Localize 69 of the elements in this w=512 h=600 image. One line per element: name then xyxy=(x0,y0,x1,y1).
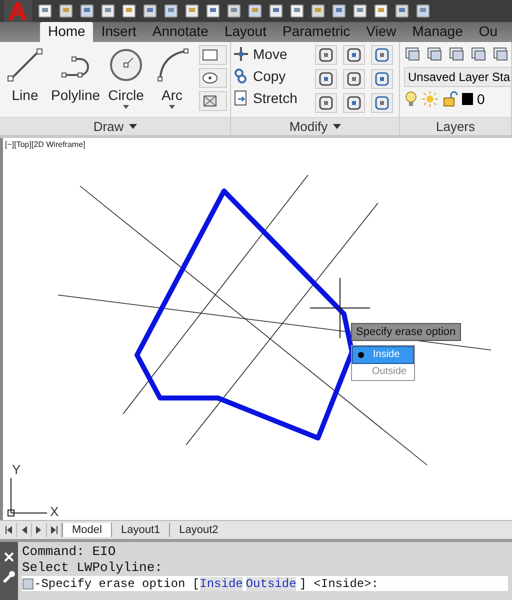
ribbon-tab[interactable]: Parametric xyxy=(274,22,358,42)
y-axis-label: Y xyxy=(12,462,21,477)
ellipse-button[interactable] xyxy=(199,68,228,88)
ucs-axes-icon xyxy=(8,478,48,516)
scale-button[interactable] xyxy=(315,93,337,113)
ribbon-tab[interactable]: Annotate xyxy=(144,22,216,42)
layer-color-swatch xyxy=(462,93,473,105)
bullet-icon xyxy=(358,352,364,358)
hatch-button[interactable] xyxy=(199,91,228,111)
stretch-icon xyxy=(233,90,249,106)
wrench-icon[interactable] xyxy=(2,570,16,584)
prompt-option-link[interactable]: Inside xyxy=(200,576,243,590)
layer-tool-icon[interactable] xyxy=(470,45,488,63)
dropdown-arrow-icon[interactable] xyxy=(128,124,137,129)
array-button[interactable] xyxy=(343,93,365,113)
offset-button[interactable] xyxy=(371,93,393,113)
draw-tool-button[interactable]: Arc xyxy=(149,45,196,109)
copy-icon xyxy=(233,68,249,84)
layer-tool-icon[interactable] xyxy=(426,45,444,63)
dropdown-arrow-icon xyxy=(169,105,176,109)
prompt-icon xyxy=(22,578,34,590)
draw-tool-button[interactable]: Line xyxy=(2,45,48,103)
ribbon-tab[interactable]: Home xyxy=(40,22,94,42)
draw-tool-button[interactable]: Polyline xyxy=(48,45,104,103)
array-button[interactable] xyxy=(371,69,393,89)
command-history-line: Command: EIO xyxy=(22,544,117,559)
ribbon-tab[interactable]: Insert xyxy=(93,22,144,42)
modify-tool-button[interactable]: Move xyxy=(233,45,309,63)
command-history-line: Select LWPolyline: xyxy=(22,560,164,575)
trim-button[interactable] xyxy=(343,45,365,65)
layer-name: 0 xyxy=(477,91,485,107)
draw-tool-button[interactable]: Circle xyxy=(103,45,150,109)
x-axis-label: X xyxy=(50,504,59,519)
hatch-icon xyxy=(202,94,218,108)
modify-tool-button[interactable]: Copy xyxy=(233,67,309,85)
sun-icon xyxy=(422,91,438,107)
prompt-text: ] <Inside>: xyxy=(299,576,378,590)
ribbon-tab[interactable]: Ou xyxy=(470,22,506,42)
layer-tool-icon[interactable] xyxy=(492,45,510,63)
sheet-tab[interactable]: Model xyxy=(62,523,111,537)
ribbon-tab[interactable]: Manage xyxy=(404,22,471,42)
modify-tool-button[interactable]: Stretch xyxy=(233,89,309,107)
mirror-button[interactable] xyxy=(315,69,337,89)
rectangle-icon xyxy=(202,48,218,62)
dropdown-arrow-icon[interactable] xyxy=(332,124,341,129)
rotate-button[interactable] xyxy=(315,45,337,65)
sheet-tab[interactable]: Layout2 xyxy=(169,523,228,537)
prompt-option-link[interactable]: Outside xyxy=(246,576,296,590)
padlock-icon xyxy=(442,91,458,107)
layer-state-dropdown[interactable]: Unsaved Layer Sta xyxy=(404,67,511,87)
move-icon xyxy=(233,46,249,62)
layer-tool-icon[interactable] xyxy=(448,45,466,63)
dropdown-arrow-icon xyxy=(123,105,130,109)
ellipse-icon xyxy=(202,71,218,85)
viewport-label[interactable]: [−][Top][2D Wireframe] xyxy=(5,140,86,149)
close-icon[interactable] xyxy=(4,552,14,562)
command-prompt-field[interactable]: -Specify erase option [Inside Outside ] <Inside>: xyxy=(22,576,508,591)
sheet-tab[interactable]: Layout1 xyxy=(110,523,170,537)
layer-tool-icon[interactable] xyxy=(404,45,422,63)
rectangle-button[interactable] xyxy=(199,45,228,65)
ribbon-tab[interactable]: Layout xyxy=(216,22,274,42)
prompt-text: -Specify erase option [ xyxy=(34,576,200,590)
brush-button[interactable] xyxy=(371,45,393,65)
ribbon-tab[interactable]: View xyxy=(358,22,404,42)
tooltip: Specify erase option xyxy=(351,323,461,341)
fillet-button[interactable] xyxy=(343,69,365,89)
menu-option[interactable]: Outside xyxy=(352,364,414,380)
panel-title[interactable]: Draw xyxy=(93,118,124,135)
lightbulb-icon xyxy=(404,91,418,107)
